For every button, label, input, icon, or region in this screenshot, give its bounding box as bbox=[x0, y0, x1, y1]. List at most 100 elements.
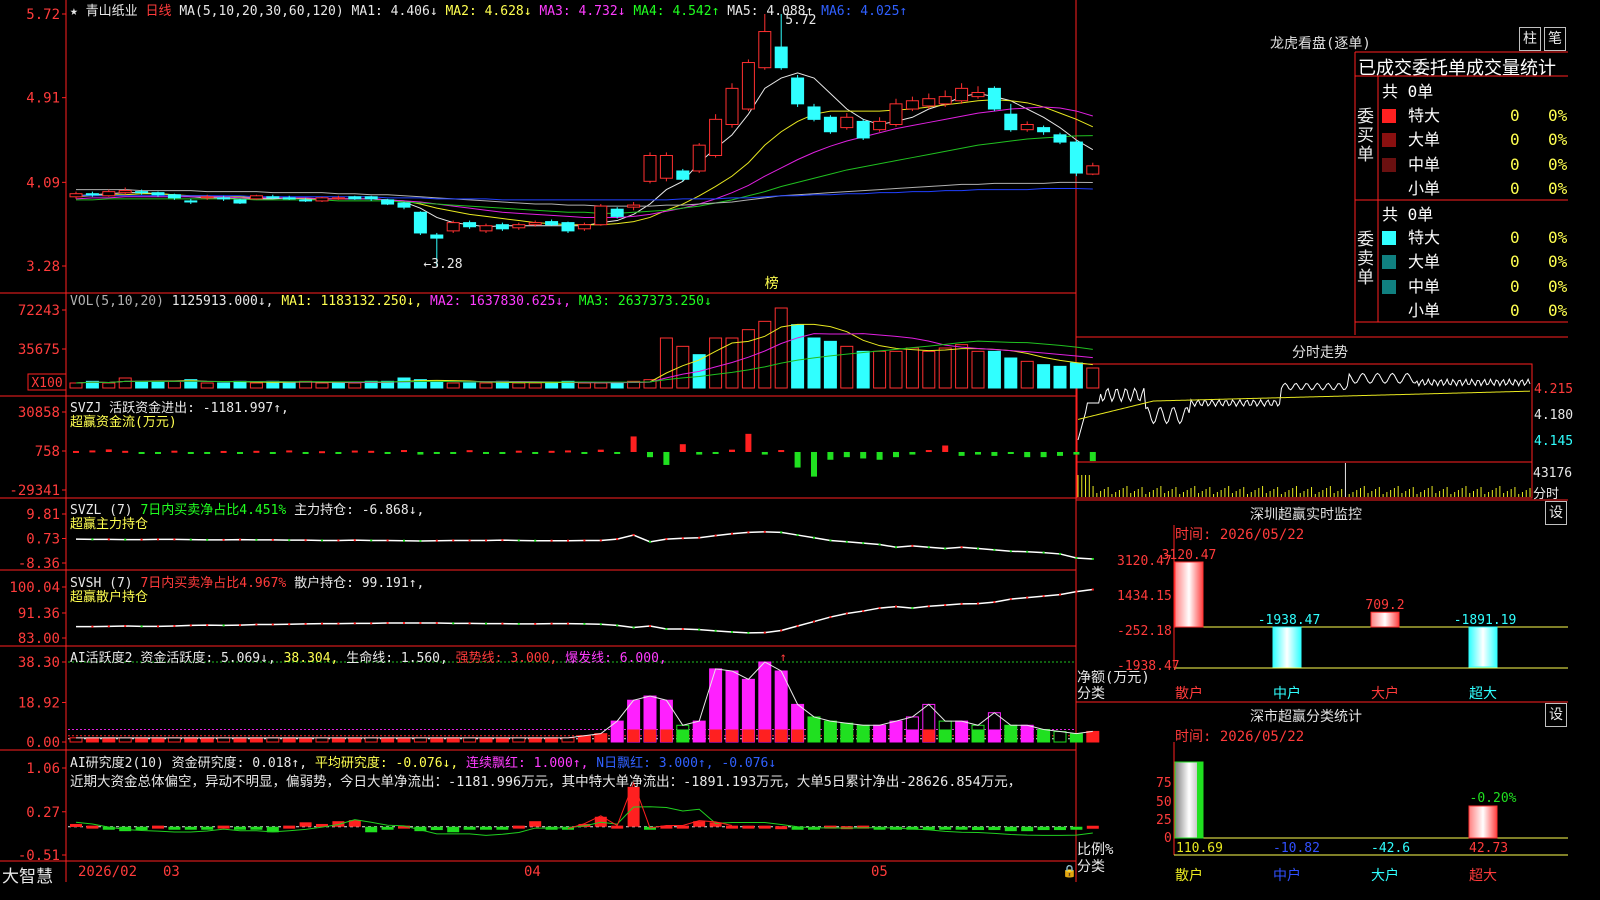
fund-flow-bar bbox=[630, 436, 637, 452]
activity-bar-base bbox=[890, 729, 902, 742]
ai-research-v2: 平均研究度: -0.076↓, bbox=[314, 756, 459, 771]
svsh-sub: 超赢散户持仓 bbox=[70, 590, 149, 605]
research-bar bbox=[972, 826, 984, 831]
retail-hold-mark bbox=[157, 625, 159, 628]
main-hold-mark bbox=[747, 531, 750, 534]
main-hold-mark bbox=[337, 539, 340, 542]
candle-body bbox=[118, 190, 132, 194]
retail-hold-mark bbox=[977, 602, 979, 605]
stock-name[interactable]: 青山纸业 bbox=[86, 4, 138, 19]
activity-bar bbox=[594, 733, 608, 743]
monitor-category-label: 中户 bbox=[1273, 686, 1301, 702]
main-hold-mark bbox=[632, 534, 635, 537]
svsh-ytick: 83.00 bbox=[18, 631, 60, 647]
candle-body bbox=[545, 221, 559, 226]
candle-body bbox=[479, 225, 493, 232]
research-bar bbox=[1054, 826, 1066, 831]
main-hold-mark bbox=[419, 539, 422, 542]
candle-body bbox=[840, 116, 854, 129]
star-icon[interactable]: ★ bbox=[70, 4, 78, 19]
activity-bar bbox=[561, 737, 575, 743]
intraday-vol-label: 分时 bbox=[1533, 487, 1560, 502]
main-hold-mark bbox=[255, 538, 258, 541]
candle-body bbox=[397, 202, 411, 208]
activity-bar bbox=[1053, 731, 1067, 743]
sell-count: 0 bbox=[1510, 301, 1520, 321]
volume-bar bbox=[397, 377, 411, 389]
retail-hold-mark bbox=[944, 604, 947, 607]
monitor-bar-label: 709.2 bbox=[1365, 598, 1404, 613]
stats-category-label: 中户 bbox=[1273, 868, 1301, 884]
fund-flow-bar bbox=[991, 451, 998, 456]
buy-percent: 0% bbox=[1548, 179, 1568, 199]
activity-bar-base bbox=[775, 729, 788, 742]
volume-bar bbox=[430, 380, 444, 389]
main-hold-mark bbox=[796, 534, 799, 537]
ma-values: MA1: 4.406↓ MA2: 4.628↓ MA3: 4.732↓ MA4:… bbox=[352, 4, 908, 19]
sell-name: 小单 bbox=[1408, 301, 1441, 321]
candle-body bbox=[791, 77, 805, 105]
activity-bar bbox=[430, 737, 444, 743]
monitor-bar bbox=[1174, 561, 1204, 628]
tab-tick-mode[interactable]: 笔 bbox=[1544, 27, 1566, 51]
stats-value-label: -42.6 bbox=[1371, 841, 1410, 856]
activity-bar-base bbox=[955, 729, 968, 742]
main-hold-mark bbox=[616, 538, 619, 541]
activity-bar bbox=[1086, 730, 1100, 743]
retail-hold-mark bbox=[567, 622, 569, 625]
volume-bar bbox=[528, 382, 542, 389]
main-chart-svg[interactable]: 5.724.914.093.285.72←3.28榜7224335675X100… bbox=[0, 0, 1568, 882]
main-hold-mark bbox=[698, 536, 701, 539]
research-bar bbox=[496, 826, 509, 830]
lock-icon[interactable]: 🔒 bbox=[1062, 864, 1077, 878]
stats-settings-button[interactable]: 设 bbox=[1545, 703, 1567, 727]
ai-active-ytick: 38.30 bbox=[18, 655, 60, 671]
research-bar bbox=[381, 826, 394, 830]
research-avg-line bbox=[75, 806, 1093, 836]
research-bar bbox=[299, 822, 312, 827]
ai-research-v1: 资金研究度: 0.018↑, bbox=[171, 756, 308, 771]
date-label-3: 05 bbox=[871, 864, 888, 880]
monitor-bar bbox=[1370, 611, 1400, 628]
volume-bar bbox=[823, 340, 837, 389]
main-hold-mark bbox=[944, 547, 947, 550]
tab-bar-mode[interactable]: 柱 bbox=[1519, 27, 1541, 51]
main-header: ★ 青山纸业 日线 MA(5,10,20,30,60,120) MA1: 4.4… bbox=[70, 0, 907, 19]
app-name[interactable]: 大智慧 bbox=[2, 862, 53, 887]
main-hold-mark bbox=[124, 538, 127, 541]
activity-bar-base bbox=[1021, 729, 1034, 742]
sell-name: 中单 bbox=[1408, 276, 1441, 296]
activity-bar-base bbox=[742, 729, 755, 742]
activity-bar bbox=[282, 737, 296, 743]
ma-line-ma4 bbox=[76, 135, 1093, 214]
activity-bar bbox=[1069, 733, 1083, 743]
fund-flow-bar bbox=[712, 451, 719, 454]
fund-flow-bar bbox=[351, 450, 358, 453]
activity-bar-base bbox=[693, 729, 706, 742]
ai-active-header: AI活跃度2 资金活跃度: 5.069↓, 38.304, 生命线: 1.560… bbox=[70, 647, 667, 666]
fund-flow-bar bbox=[745, 433, 752, 452]
activity-bar-base bbox=[1004, 729, 1017, 742]
svzj-ytick: 758 bbox=[35, 444, 60, 460]
activity-bar-base bbox=[791, 729, 804, 742]
research-bar bbox=[332, 821, 345, 827]
candle-body bbox=[413, 211, 427, 234]
intraday-price-line bbox=[1077, 372, 1531, 441]
lhkp-title: 龙虎看盘(逐单) bbox=[1270, 36, 1371, 52]
vol-header: VOL(5,10,20) 1125913.000↓, MA1: 1183132.… bbox=[70, 294, 712, 309]
candle-body bbox=[69, 193, 83, 198]
buy-name: 小单 bbox=[1408, 179, 1441, 199]
intraday-title[interactable]: 分时走势 bbox=[1292, 342, 1348, 362]
retail-hold-mark bbox=[189, 624, 192, 627]
activity-bar bbox=[413, 737, 427, 743]
volume-bar bbox=[479, 382, 493, 389]
volume-bar bbox=[217, 382, 231, 389]
retail-hold-mark bbox=[468, 622, 471, 625]
monitor-settings-button[interactable]: 设 bbox=[1545, 501, 1567, 525]
volume-bar bbox=[987, 350, 1001, 389]
activity-bar-base bbox=[660, 729, 673, 742]
retail-hold-mark bbox=[780, 629, 783, 632]
period-label[interactable]: 日线 bbox=[146, 4, 172, 19]
sell-percent: 0% bbox=[1548, 301, 1568, 321]
activity-bar bbox=[528, 737, 542, 743]
